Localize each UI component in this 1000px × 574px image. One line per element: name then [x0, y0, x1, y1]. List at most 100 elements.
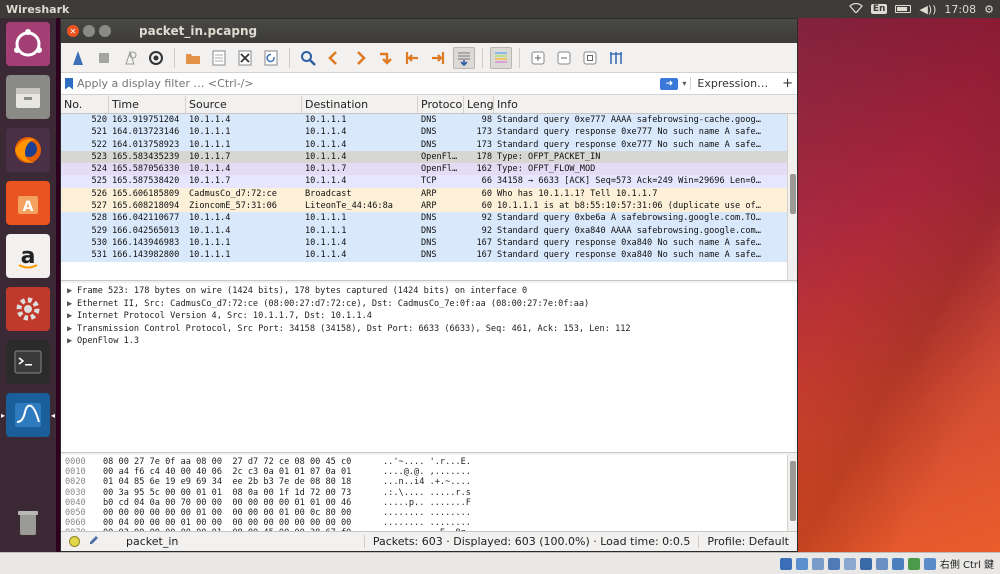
- bytes-ascii[interactable]: ....@.@. ,.......: [383, 467, 503, 477]
- packet-list-scrollbar[interactable]: [787, 114, 797, 280]
- amazon-icon[interactable]: a: [6, 234, 50, 278]
- go-forward-icon[interactable]: [349, 47, 371, 69]
- detail-tree-item[interactable]: ▶ Transmission Control Protocol, Src Port…: [61, 323, 797, 336]
- packet-row[interactable]: 521 164.013723146 10.1.1.1 10.1.1.4 DNS 173 St…: [61, 126, 797, 139]
- usb-icon[interactable]: [843, 557, 856, 570]
- expression-button[interactable]: Expression…: [690, 77, 774, 90]
- column-header-time[interactable]: Time: [109, 96, 186, 113]
- bytes-offset[interactable]: 0020: [65, 477, 103, 487]
- bytes-hex[interactable]: 01 04 85 6e 19 e9 69 34 ee 2b b3 7e de 0…: [103, 477, 383, 487]
- bytes-hex[interactable]: 00 3a 95 5c 00 00 01 01 08 0a 00 1f 1d 7…: [103, 488, 383, 498]
- status-profile[interactable]: Profile: Default: [698, 535, 797, 548]
- column-header-protocol[interactable]: Protocol: [418, 96, 464, 113]
- bytes-offset[interactable]: 0060: [65, 518, 103, 528]
- packet-row[interactable]: 526 165.606185809 CadmusCo_d7:72:ce Broadca…: [61, 187, 797, 201]
- hard-disk-icon[interactable]: [779, 557, 792, 570]
- filter-history-dropdown-icon[interactable]: ▾: [682, 79, 686, 88]
- find-packet-icon[interactable]: [297, 47, 319, 69]
- stop-capture-button[interactable]: [93, 47, 115, 69]
- packet-row[interactable]: 523 165.583435239 10.1.1.7 10.1.1.4 OpenFl… 1…: [61, 150, 797, 164]
- bytes-ascii[interactable]: .:.\.... .....r.s: [383, 488, 503, 498]
- expand-arrow-icon[interactable]: ▶: [67, 323, 77, 336]
- clock[interactable]: 17:08: [944, 3, 976, 16]
- expand-arrow-icon[interactable]: ▶: [67, 335, 77, 348]
- zoom-out-icon[interactable]: [553, 47, 575, 69]
- bytes-offset[interactable]: 0030: [65, 488, 103, 498]
- bytes-hex[interactable]: 08 00 27 7e 0f aa 08 00 27 d7 72 ce 08 0…: [103, 457, 383, 467]
- bytes-hex[interactable]: b0 cd 04 0a 00 70 00 00 00 00 00 00 01 0…: [103, 498, 383, 508]
- normal-size-icon[interactable]: [579, 47, 601, 69]
- shared-folders-icon[interactable]: [859, 557, 872, 570]
- resize-columns-icon[interactable]: [605, 47, 627, 69]
- reload-file-icon[interactable]: [260, 47, 282, 69]
- window-titlebar[interactable]: ✕ packet_in.pcapng: [61, 19, 797, 43]
- bytes-ascii[interactable]: ........ ........: [383, 508, 503, 518]
- system-settings-icon[interactable]: ⚙: [984, 3, 994, 16]
- go-back-icon[interactable]: [323, 47, 345, 69]
- packet-details-pane[interactable]: ▶ Frame 523: 178 bytes on wire (1424 bits…: [61, 283, 797, 453]
- optical-drive-icon[interactable]: [795, 557, 808, 570]
- go-to-packet-icon[interactable]: [375, 47, 397, 69]
- network-icon[interactable]: [827, 557, 840, 570]
- capture-comment-icon[interactable]: [88, 534, 100, 549]
- packet-row[interactable]: 528 166.042110677 10.1.1.4 10.1.1.1 DNS 92 Sta…: [61, 212, 797, 225]
- auto-scroll-icon[interactable]: [453, 46, 475, 69]
- go-to-first-packet-icon[interactable]: [401, 47, 423, 69]
- software-center-icon[interactable]: A: [6, 181, 50, 225]
- detail-tree-item[interactable]: ▶ OpenFlow 1.3: [61, 335, 797, 348]
- files-icon[interactable]: [6, 75, 50, 119]
- packet-row[interactable]: 529 166.042565013 10.1.1.4 10.1.1.1 DNS 92 Sta…: [61, 224, 797, 237]
- column-header-destination[interactable]: Destination: [302, 96, 418, 113]
- restart-capture-button[interactable]: [119, 47, 141, 69]
- bytes-ascii[interactable]: .....p.. .......F: [383, 498, 503, 508]
- add-filter-button[interactable]: +: [778, 76, 793, 91]
- bytes-pane-scrollbar-thumb[interactable]: [790, 461, 796, 521]
- ubuntu-dash-icon[interactable]: [6, 22, 50, 66]
- column-header-info[interactable]: Info: [494, 96, 797, 113]
- maximize-window-button[interactable]: [99, 25, 111, 37]
- firefox-icon[interactable]: [6, 128, 50, 172]
- system-settings-launcher-icon[interactable]: [6, 287, 50, 331]
- bytes-hex[interactable]: 00 00 00 00 00 00 01 00 00 00 00 01 00 0…: [103, 508, 383, 518]
- bytes-hex[interactable]: 00 04 00 00 00 01 00 00 00 00 00 00 00 0…: [103, 518, 383, 528]
- keyboard-layout-indicator[interactable]: En: [870, 4, 888, 14]
- bytes-offset[interactable]: 0000: [65, 457, 103, 467]
- minimize-window-button[interactable]: [83, 25, 95, 37]
- battery-icon[interactable]: [895, 5, 912, 13]
- column-header-no[interactable]: No.: [61, 96, 109, 113]
- packet-list-scrollbar-thumb[interactable]: [790, 174, 796, 214]
- bytes-offset[interactable]: 0010: [65, 467, 103, 477]
- wireshark-icon[interactable]: [1, 393, 55, 437]
- packet-list[interactable]: No. Time Source Destination Protocol Len…: [61, 96, 797, 281]
- trash-icon[interactable]: [6, 500, 50, 544]
- close-file-icon[interactable]: [234, 47, 256, 69]
- detail-tree-item[interactable]: ▶ Frame 523: 178 bytes on wire (1424 bits…: [61, 285, 797, 298]
- audio-icon[interactable]: [811, 557, 824, 570]
- apply-filter-arrow-icon[interactable]: ➜: [660, 77, 679, 90]
- expand-arrow-icon[interactable]: ▶: [67, 310, 77, 323]
- start-capture-button[interactable]: [67, 47, 89, 69]
- packet-row[interactable]: 525 165.587538420 10.1.1.7 10.1.1.4 TCP 66 341…: [61, 175, 797, 188]
- save-file-icon[interactable]: [208, 47, 230, 69]
- packet-row[interactable]: 527 165.608218094 ZioncomE_57:31:06 LiteonT…: [61, 200, 797, 213]
- expert-info-status-icon[interactable]: [69, 536, 80, 547]
- mouse-integration-icon[interactable]: [923, 557, 936, 570]
- bytes-offset[interactable]: 0050: [65, 508, 103, 518]
- colorize-list-icon[interactable]: [490, 46, 512, 69]
- bytes-hex[interactable]: 00 a4 f6 c4 40 00 40 06 2c c3 0a 01 01 0…: [103, 467, 383, 477]
- cpu-icon[interactable]: [907, 557, 920, 570]
- wifi-icon[interactable]: [848, 2, 863, 16]
- display-icon[interactable]: [875, 557, 888, 570]
- packet-row[interactable]: 520 163.919751204 10.1.1.4 10.1.1.1 DNS 98 Sta…: [61, 114, 797, 127]
- packet-row[interactable]: 530 166.143946983 10.1.1.1 10.1.1.4 DNS 167 St…: [61, 236, 797, 250]
- column-header-source[interactable]: Source: [186, 96, 302, 113]
- column-header-length[interactable]: Length: [464, 96, 494, 113]
- detail-tree-item[interactable]: ▶ Internet Protocol Version 4, Src: 10.1.…: [61, 310, 797, 323]
- recording-icon[interactable]: [891, 557, 904, 570]
- expand-arrow-icon[interactable]: ▶: [67, 285, 77, 298]
- expand-arrow-icon[interactable]: ▶: [67, 298, 77, 311]
- bytes-ascii[interactable]: ..'~.... '.r...E.: [383, 457, 503, 467]
- packet-row[interactable]: 531 166.143982800 10.1.1.1 10.1.1.4 DNS 167 St…: [61, 249, 797, 262]
- terminal-icon[interactable]: [6, 340, 50, 384]
- bytes-ascii[interactable]: ...n..i4 .+.~....: [383, 477, 503, 487]
